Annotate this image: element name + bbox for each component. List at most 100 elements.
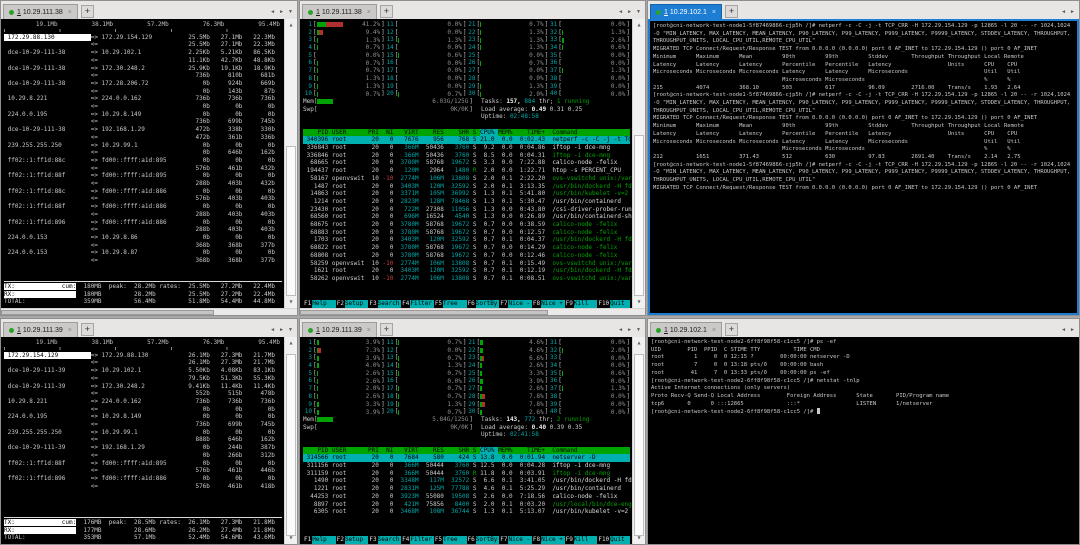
process-row: 1221 root 20 0 2831M 125M 77788 S 4.6 0.… <box>303 485 621 493</box>
fkey-nice[interactable]: F7 Nice - <box>499 300 532 308</box>
tab-scroll-left-icon[interactable]: ◄ <box>618 327 623 333</box>
cpu-meter: 19[0.0%] <box>386 82 467 90</box>
fkey-setup[interactable]: F2 Setup <box>336 536 369 544</box>
fkey-help[interactable]: F1 Help <box>303 300 336 308</box>
tab-bar: 1 10.29.102.1 × + ◄ ► <box>648 1 1079 19</box>
tab-scroll-right-icon[interactable]: ► <box>279 9 284 15</box>
new-tab-button[interactable]: + <box>80 323 94 336</box>
new-tab-button[interactable]: + <box>724 5 738 18</box>
vertical-scrollbar[interactable]: ▲ ▼ <box>284 337 297 544</box>
scroll-down-icon[interactable]: ▼ <box>285 534 297 542</box>
terminal-tab[interactable]: 1 10.29.102.1 × <box>650 322 722 337</box>
scroll-down-icon[interactable]: ▼ <box>633 534 645 542</box>
tab-scroll-right-icon[interactable]: ► <box>279 327 284 333</box>
close-tab-icon[interactable]: × <box>68 9 72 16</box>
new-tab-button[interactable]: + <box>379 5 393 18</box>
fkey-setup[interactable]: F2 Setup <box>336 300 369 308</box>
scrollbar-thumb[interactable] <box>634 353 644 536</box>
tab-scroll-left-icon[interactable]: ◄ <box>618 9 623 15</box>
cpu-meter-bar: 0.6% <box>561 44 626 52</box>
tab-menu-icon[interactable]: ▼ <box>636 327 641 333</box>
terminal-tab[interactable]: 1 10.29.111.39 × <box>302 322 377 337</box>
close-tab-icon[interactable]: × <box>367 327 371 334</box>
tab-menu-icon[interactable]: ▼ <box>288 327 293 333</box>
fkey-help[interactable]: F1 Help <box>303 536 336 544</box>
fkey-filter[interactable]: F4 Filter <box>401 536 434 544</box>
fkey-sortby[interactable]: F6 SortBy <box>467 536 500 544</box>
cpu-meter-bar: 1.3% <box>316 82 381 90</box>
terminal-screen-htop-node39[interactable]: 1[3.9%] 11[0.7%] 21[4.6%] 31[0.0%] 2[7.3%] 12… <box>300 337 645 544</box>
tab-scroll-left-icon[interactable]: ◄ <box>1061 9 1066 15</box>
tab-scroll-right-icon[interactable]: ► <box>627 327 632 333</box>
cpu-meter-bar: 6.6% <box>480 355 545 362</box>
new-tab-button[interactable]: + <box>379 323 393 336</box>
horizontal-scrollbar[interactable] <box>300 308 645 315</box>
fkey-search[interactable]: F3 Search <box>368 300 402 308</box>
tab-scroll-left-icon[interactable]: ◄ <box>270 9 275 15</box>
scrollbar-thumb[interactable] <box>1 310 215 315</box>
iftop-flow-row: <= 288b 403b 403b <box>4 226 275 234</box>
fkey-kill[interactable]: F9 Kill <box>565 536 598 544</box>
scroll-up-icon[interactable]: ▲ <box>285 21 297 29</box>
cpu-meter: 2[7.3%] <box>308 346 385 355</box>
fkey-quit[interactable]: F10 Quit <box>597 300 631 308</box>
terminal-screen-iftop-node38[interactable]: 19.1Mb 38.1Mb 57.2Mb 76.3Mb 95.4Mb 172.29.88… <box>1 19 297 308</box>
fkey-tree[interactable]: F5 Tree <box>434 536 467 544</box>
tab-menu-icon[interactable]: ▼ <box>288 9 293 15</box>
terminal-tab[interactable]: 1 10.29.111.39 × <box>3 322 78 337</box>
close-tab-icon[interactable]: × <box>367 9 371 16</box>
fkey-nice[interactable]: F7 Nice - <box>499 536 532 544</box>
tab-scroll-right-icon[interactable]: ► <box>627 9 632 15</box>
cpu-meter-bar: 0.0% <box>610 400 626 408</box>
iftop-flow-row: 224.0.0.153 => 10.29.8.86 0b 0b 0b <box>4 233 275 241</box>
fkey-nice[interactable]: F8 Nice + <box>532 536 565 544</box>
scrollbar-thumb[interactable] <box>634 134 644 297</box>
scroll-down-icon[interactable]: ▼ <box>285 298 297 306</box>
fkey-kill[interactable]: F9 Kill <box>565 300 598 308</box>
tab-menu-icon[interactable]: ▼ <box>636 9 641 15</box>
cpu-meter-bar: 3.9% <box>480 378 545 385</box>
cpu-meter-bar: 0.7% <box>398 408 462 416</box>
terminal-screen-htop-node38[interactable]: 1[41.2%] 11[0.0%] 21[0.7%] 31[0.0%] 2[9.4%] 1… <box>300 19 645 308</box>
new-tab-button[interactable]: + <box>80 5 94 18</box>
scroll-up-icon[interactable]: ▲ <box>633 21 645 29</box>
terminal-screen-iftop-node39[interactable]: 19.1Mb 38.1Mb 57.2Mb 76.3Mb 95.4Mb 172.29.15… <box>1 337 297 544</box>
process-row: 23430 root 20 0 722M 27308 11056 S 1.3 0… <box>303 205 645 213</box>
scrollbar-thumb[interactable] <box>286 146 296 297</box>
terminal-tab[interactable]: 1 10.29.102.1 × <box>650 4 722 19</box>
process-row: 68675 root 20 0 3780M 58768 19672 S 0.7 … <box>303 221 618 229</box>
close-tab-icon[interactable]: × <box>712 9 716 16</box>
scrollbar-thumb[interactable] <box>300 310 549 315</box>
vertical-scrollbar[interactable]: ▲ ▼ <box>632 337 645 544</box>
tasks-line: Tasks: 143, 772 thr; 2 running <box>481 415 590 423</box>
close-tab-icon[interactable]: × <box>712 327 716 334</box>
process-row: 58167 openvswit 10 -10 2774M 106M 13808 … <box>303 174 645 182</box>
terminal-tab[interactable]: 1 10.29.111.38 × <box>3 4 78 19</box>
tasks-line: Tasks: 157, 884 thr; 1 running <box>481 97 590 105</box>
scroll-up-icon[interactable]: ▲ <box>633 339 645 347</box>
new-tab-button[interactable]: + <box>724 323 738 336</box>
scroll-down-icon[interactable]: ▼ <box>633 298 645 306</box>
fkey-tree[interactable]: F5 Tree <box>434 300 467 308</box>
fkey-quit[interactable]: F10 Quit <box>597 536 631 544</box>
scroll-up-icon[interactable]: ▲ <box>285 339 297 347</box>
tab-scroll-left-icon[interactable]: ◄ <box>1061 327 1066 333</box>
terminal-screen-shell-node2[interactable]: [root@cni-network-test-node2-6ff8f98f58-… <box>648 337 1079 544</box>
tab-scroll-right-icon[interactable]: ► <box>1070 9 1075 15</box>
tab-scroll-right-icon[interactable]: ► <box>1070 327 1075 333</box>
horizontal-scrollbar[interactable] <box>1 308 297 315</box>
fkey-search[interactable]: F3 Search <box>368 536 402 544</box>
cpu-meter: 32[1.3%] <box>550 28 630 37</box>
scrollbar-thumb[interactable] <box>286 353 296 536</box>
tab-scroll-left-icon[interactable]: ◄ <box>270 327 275 333</box>
fkey-filter[interactable]: F4 Filter <box>401 300 434 308</box>
vertical-scrollbar[interactable]: ▲ ▼ <box>632 19 645 308</box>
fkey-nice[interactable]: F8 Nice + <box>532 300 565 308</box>
terminal-screen-shell-node1[interactable]: [root@cni-network-test-node1-5f87469866-… <box>648 19 1079 315</box>
vertical-scrollbar[interactable]: ▲ ▼ <box>284 19 297 308</box>
fkey-sortby[interactable]: F6 SortBy <box>467 300 500 308</box>
cpu-meter-bar: 1.3% <box>561 385 626 393</box>
iftop-flow-row: <= 368b 368b 377b <box>4 241 275 249</box>
close-tab-icon[interactable]: × <box>68 327 72 334</box>
terminal-tab[interactable]: 1 10.29.111.38 × <box>302 4 377 19</box>
